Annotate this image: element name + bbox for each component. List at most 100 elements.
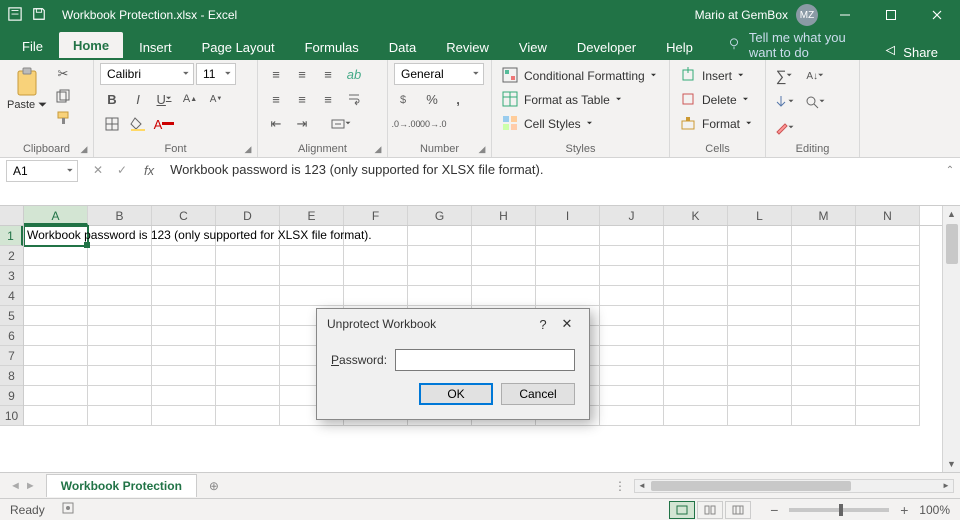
font-name-combo[interactable]: Calibri: [100, 63, 194, 85]
cell-D2[interactable]: [216, 246, 280, 266]
cell-A1[interactable]: Workbook password is 123 (only supported…: [24, 226, 88, 246]
decrease-decimal-icon[interactable]: .00→.0: [420, 113, 444, 135]
cell-B2[interactable]: [88, 246, 152, 266]
horizontal-scrollbar[interactable]: ◄ ►: [634, 479, 954, 493]
align-left-icon[interactable]: ≡: [264, 88, 288, 110]
col-header-I[interactable]: I: [536, 206, 600, 225]
format-painter-icon[interactable]: [51, 107, 75, 129]
cell-J4[interactable]: [600, 286, 664, 306]
borders-icon[interactable]: [100, 113, 124, 135]
cell-E3[interactable]: [280, 266, 344, 286]
cell-G3[interactable]: [408, 266, 472, 286]
autosave-icon[interactable]: [8, 7, 22, 24]
cell-B10[interactable]: [88, 406, 152, 426]
cell-A3[interactable]: [24, 266, 88, 286]
clear-icon[interactable]: ⏷: [772, 117, 796, 139]
increase-indent-icon[interactable]: ⇥: [290, 113, 314, 135]
font-launcher-icon[interactable]: ◢: [241, 142, 255, 156]
cell-H3[interactable]: [472, 266, 536, 286]
cell-A4[interactable]: [24, 286, 88, 306]
row-header-3[interactable]: 3: [0, 266, 23, 286]
cell-C8[interactable]: [152, 366, 216, 386]
cell-C7[interactable]: [152, 346, 216, 366]
cell-L7[interactable]: [728, 346, 792, 366]
cell-N3[interactable]: [856, 266, 920, 286]
cell-G4[interactable]: [408, 286, 472, 306]
cell-K5[interactable]: [664, 306, 728, 326]
align-top-icon[interactable]: ≡: [264, 63, 288, 85]
cell-L9[interactable]: [728, 386, 792, 406]
tab-view[interactable]: View: [505, 34, 561, 60]
cell-H1[interactable]: [472, 226, 536, 246]
alignment-launcher-icon[interactable]: ◢: [371, 142, 385, 156]
cell-H2[interactable]: [472, 246, 536, 266]
cell-M6[interactable]: [792, 326, 856, 346]
col-header-F[interactable]: F: [344, 206, 408, 225]
cell-I1[interactable]: [536, 226, 600, 246]
cell-C6[interactable]: [152, 326, 216, 346]
conditional-formatting-button[interactable]: Conditional Formatting ⏷: [498, 65, 660, 87]
row-header-5[interactable]: 5: [0, 306, 23, 326]
align-right-icon[interactable]: ≡: [316, 88, 340, 110]
bold-button[interactable]: B: [100, 88, 124, 110]
col-header-G[interactable]: G: [408, 206, 472, 225]
align-middle-icon[interactable]: ≡: [290, 63, 314, 85]
maximize-button[interactable]: [868, 0, 914, 30]
cell-L8[interactable]: [728, 366, 792, 386]
col-header-N[interactable]: N: [856, 206, 920, 225]
cell-H4[interactable]: [472, 286, 536, 306]
vertical-scrollbar[interactable]: ▲ ▼: [942, 206, 960, 472]
tab-insert[interactable]: Insert: [125, 34, 186, 60]
format-cells-button[interactable]: Format ⏷: [676, 113, 756, 135]
col-header-M[interactable]: M: [792, 206, 856, 225]
align-bottom-icon[interactable]: ≡: [316, 63, 340, 85]
scroll-thumb[interactable]: [946, 224, 958, 264]
cell-I4[interactable]: [536, 286, 600, 306]
row-header-2[interactable]: 2: [0, 246, 23, 266]
expand-formula-bar-icon[interactable]: ⌃: [940, 158, 960, 182]
cell-B7[interactable]: [88, 346, 152, 366]
cell-K3[interactable]: [664, 266, 728, 286]
cell-L5[interactable]: [728, 306, 792, 326]
sheet-tab-active[interactable]: Workbook Protection: [46, 474, 197, 497]
cell-M2[interactable]: [792, 246, 856, 266]
cell-A8[interactable]: [24, 366, 88, 386]
cell-N7[interactable]: [856, 346, 920, 366]
col-header-L[interactable]: L: [728, 206, 792, 225]
cell-C5[interactable]: [152, 306, 216, 326]
cell-C2[interactable]: [152, 246, 216, 266]
cancel-button[interactable]: Cancel: [501, 383, 575, 405]
underline-button[interactable]: U ⏷: [152, 88, 176, 110]
cell-A2[interactable]: [24, 246, 88, 266]
cell-B5[interactable]: [88, 306, 152, 326]
sort-filter-icon[interactable]: A↓ ⏷: [798, 65, 832, 87]
cell-styles-button[interactable]: Cell Styles ⏷: [498, 113, 660, 135]
insert-cells-button[interactable]: Insert ⏷: [676, 65, 756, 87]
autosum-icon[interactable]: ∑ ⏷: [772, 65, 796, 87]
zoom-value[interactable]: 100%: [919, 503, 950, 517]
cell-I3[interactable]: [536, 266, 600, 286]
col-header-H[interactable]: H: [472, 206, 536, 225]
col-header-C[interactable]: C: [152, 206, 216, 225]
col-header-B[interactable]: B: [88, 206, 152, 225]
page-break-view-icon[interactable]: [725, 501, 751, 519]
tab-help[interactable]: Help: [652, 34, 707, 60]
row-header-7[interactable]: 7: [0, 346, 23, 366]
cell-D3[interactable]: [216, 266, 280, 286]
row-header-8[interactable]: 8: [0, 366, 23, 386]
row-header-9[interactable]: 9: [0, 386, 23, 406]
cell-K8[interactable]: [664, 366, 728, 386]
dialog-help-icon[interactable]: ?: [531, 317, 555, 332]
italic-button[interactable]: I: [126, 88, 150, 110]
normal-view-icon[interactable]: [669, 501, 695, 519]
cell-M9[interactable]: [792, 386, 856, 406]
cell-J9[interactable]: [600, 386, 664, 406]
password-input[interactable]: [395, 349, 575, 371]
cell-I2[interactable]: [536, 246, 600, 266]
tab-formulas[interactable]: Formulas: [291, 34, 373, 60]
comma-icon[interactable]: ,: [446, 88, 470, 110]
decrease-indent-icon[interactable]: ⇤: [264, 113, 288, 135]
fill-color-icon[interactable]: [126, 113, 150, 135]
col-header-D[interactable]: D: [216, 206, 280, 225]
cell-N8[interactable]: [856, 366, 920, 386]
